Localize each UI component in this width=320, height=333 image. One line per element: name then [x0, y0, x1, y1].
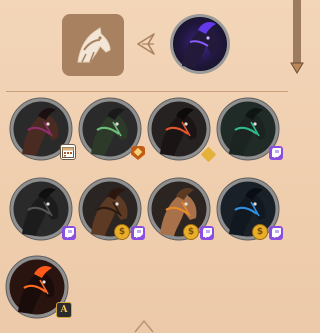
- rank-badge-icon: A: [56, 302, 72, 318]
- equipped-horse-slot[interactable]: [62, 14, 124, 76]
- scroll-down-arrow-icon[interactable]: [290, 62, 304, 74]
- horse-card[interactable]: [8, 176, 76, 242]
- coin-badge-icon: $: [114, 224, 130, 240]
- twitch-badge-icon: [131, 226, 145, 240]
- twitch-badge-icon: [200, 226, 214, 240]
- scrollbar-track[interactable]: [293, 0, 301, 68]
- horse-head-icon: [77, 27, 111, 63]
- horse-card[interactable]: $: [77, 176, 145, 242]
- twitch-badge-icon: [269, 146, 283, 160]
- horse-card[interactable]: $: [146, 176, 214, 242]
- divider: [6, 91, 288, 92]
- horse-card[interactable]: [8, 96, 76, 162]
- arrow-left-icon: [137, 33, 155, 55]
- horse-card[interactable]: [215, 96, 283, 162]
- coin-badge-icon: $: [252, 224, 268, 240]
- horse-card[interactable]: [77, 96, 145, 162]
- twitch-badge-icon: [62, 226, 76, 240]
- horse-card[interactable]: $: [215, 176, 283, 242]
- coin-badge-icon: $: [183, 224, 199, 240]
- selected-horse-preview[interactable]: [168, 12, 232, 76]
- calendar-badge-icon: [60, 144, 76, 160]
- horse-card[interactable]: A: [4, 254, 72, 320]
- horse-card[interactable]: [146, 96, 217, 163]
- twitch-badge-icon: [269, 226, 283, 240]
- scroll-up-chevron-icon[interactable]: [133, 318, 155, 333]
